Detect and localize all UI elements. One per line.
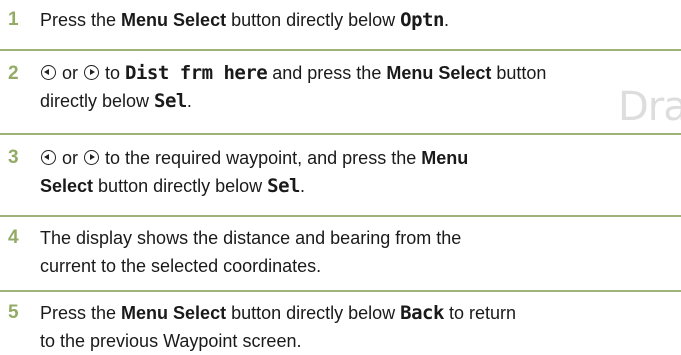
step-4: 4 The display shows the distance and bea… [0, 217, 681, 292]
step-number: 4 [8, 227, 19, 248]
menu-select-label: Menu Select [386, 63, 492, 83]
step-number: 2 [8, 63, 19, 84]
step-text: Press the Menu Select button directly be… [40, 299, 677, 355]
step-text-line: to the previous Waypoint screen. [40, 331, 302, 351]
lcd-text-optn: Optn [400, 9, 444, 31]
lcd-text-sel: Sel [154, 90, 187, 112]
step-text-line: The display shows the distance and beari… [40, 228, 462, 248]
menu-select-label: Menu Select [121, 10, 227, 30]
step-text: The display shows the distance and beari… [40, 224, 677, 280]
step-5: 5 Press the Menu Select button directly … [0, 292, 681, 355]
step-text: or to the required waypoint, and press t… [40, 144, 677, 200]
step-text-segment: to the required waypoint, and press the [100, 148, 422, 168]
step-text-segment: or [57, 63, 84, 83]
step-text-segment: button directly below [93, 176, 268, 196]
lcd-text-sel: Sel [267, 175, 300, 197]
step-text-segment: or [57, 148, 84, 168]
menu-label: Menu [421, 148, 469, 168]
instruction-steps: 1 Press the Menu Select button directly … [0, 0, 681, 355]
step-text: Press the Menu Select button directly be… [40, 6, 677, 34]
step-text-segment: . [186, 91, 192, 111]
step-text-segment: Press the [40, 10, 122, 30]
step-text-segment: to return [443, 303, 516, 323]
step-text-segment: and press the [267, 63, 387, 83]
step-text-line: current to the selected coordinates. [40, 256, 322, 276]
step-number: 3 [8, 147, 19, 168]
select-label: Select [40, 176, 94, 196]
menu-select-label: Menu Select [121, 303, 227, 323]
step-text-segment: . [299, 176, 305, 196]
step-3: 3 or to the required waypoint, and press… [0, 135, 681, 217]
step-text-segment: button directly below [226, 10, 401, 30]
step-1: 1 Press the Menu Select button directly … [0, 0, 681, 51]
scroll-right-icon [84, 65, 100, 80]
step-text-segment: Press the [40, 303, 122, 323]
step-2: 2 or to Dist frm here and press the Menu… [0, 51, 681, 135]
step-text-segment: . [443, 10, 449, 30]
scroll-left-icon [41, 65, 56, 80]
lcd-text-dist-frm-here: Dist frm here [125, 62, 268, 84]
step-number: 1 [8, 9, 19, 30]
step-text-segment: to [100, 63, 126, 83]
step-text-segment: button [491, 63, 547, 83]
scroll-right-icon [84, 150, 100, 165]
step-number: 5 [8, 302, 19, 323]
step-text: or to Dist frm here and press the Menu S… [40, 59, 677, 115]
step-text-segment: button directly below [226, 303, 401, 323]
step-text-segment: directly below [40, 91, 155, 111]
lcd-text-back: Back [400, 302, 444, 324]
scroll-left-icon [41, 150, 56, 165]
